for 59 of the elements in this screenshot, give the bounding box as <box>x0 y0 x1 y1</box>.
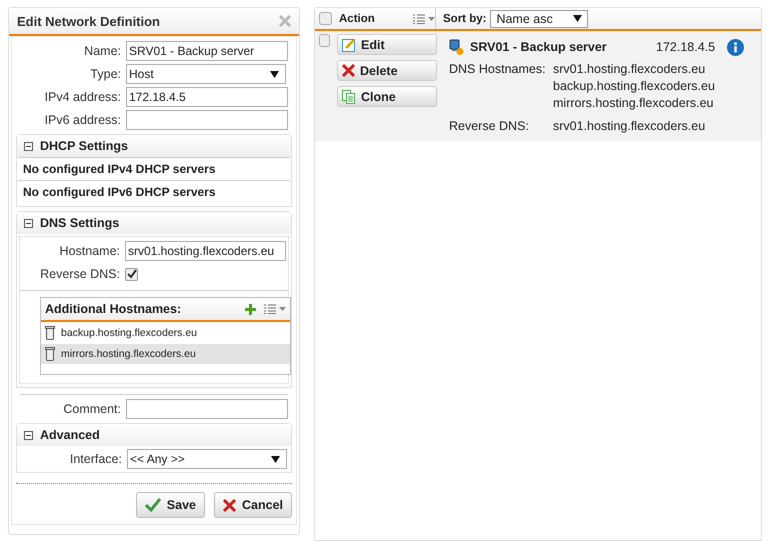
hostname-value: backup.hosting.flexcoders.eu <box>553 78 716 95</box>
x-icon <box>342 64 355 77</box>
type-dropdown[interactable]: Host <box>126 64 286 84</box>
sort-label: Sort by: <box>443 12 486 24</box>
select-all-checkbox[interactable] <box>319 12 332 25</box>
dialog-title: Edit Network Definition <box>17 14 160 28</box>
object-name: SRV01 - Backup server <box>470 40 608 54</box>
collapse-icon[interactable] <box>24 430 33 440</box>
checkmark-icon <box>144 498 161 512</box>
field-label: Comment: <box>62 402 121 416</box>
interface-dropdown[interactable]: << Any >> <box>127 449 287 469</box>
caret-icon <box>573 15 582 22</box>
collapse-icon[interactable] <box>24 142 33 150</box>
hostname-value: srv01.hosting.flexcoders.eu <box>553 118 706 135</box>
section-title[interactable]: Advanced <box>40 428 100 442</box>
clone-button[interactable]: Clone <box>337 86 437 107</box>
field-label: IPv4 address: <box>44 90 121 104</box>
trash-icon[interactable] <box>45 326 55 340</box>
computer-icon <box>449 39 464 55</box>
column-header: Action <box>339 12 376 24</box>
add-icon[interactable] <box>245 304 256 314</box>
collapse-icon[interactable] <box>24 218 33 228</box>
list-menu-icon[interactable] <box>264 304 286 314</box>
x-icon <box>223 498 236 512</box>
field-label: Name: <box>83 44 121 58</box>
dhcp-status: No configured IPv6 DHCP servers <box>18 180 290 203</box>
edit-button[interactable]: Edit <box>337 34 437 55</box>
detail-label: DNS Hostnames: <box>449 61 547 78</box>
reverse-dns-checkbox[interactable] <box>125 268 138 280</box>
cancel-button[interactable]: Cancel <box>214 492 292 518</box>
delete-button[interactable]: Delete <box>337 60 437 81</box>
comment-field[interactable] <box>126 399 288 419</box>
copy-icon <box>342 90 356 104</box>
text-field[interactable]: SRV01 - Backup server <box>126 41 288 61</box>
info-icon[interactable] <box>727 38 744 56</box>
detail-label: Reverse DNS: <box>449 118 530 135</box>
field-label: Type: <box>89 67 121 81</box>
field-label: Reverse DNS: <box>39 267 120 281</box>
hostname-value: mirrors.hosting.flexcoders.eu <box>553 95 714 112</box>
field-label: Hostname: <box>58 244 120 258</box>
hostname-value: srv01.hosting.flexcoders.eu <box>553 61 706 78</box>
section-title[interactable]: DNS Settings <box>40 216 120 230</box>
field-label: Interface: <box>68 452 122 466</box>
field-label: IPv6 address: <box>44 113 121 127</box>
edit-icon <box>342 38 356 52</box>
text-field[interactable] <box>126 110 288 130</box>
row-checkbox[interactable] <box>319 34 330 47</box>
dhcp-status: No configured IPv4 DHCP servers <box>18 157 290 180</box>
hostname-field[interactable]: srv01.hosting.flexcoders.eu <box>125 241 286 261</box>
hostnames-title: Additional Hostnames: <box>45 302 182 316</box>
sort-dropdown[interactable]: Name asc <box>490 10 588 28</box>
text-field[interactable]: 172.18.4.5 <box>126 87 288 107</box>
caret-icon <box>270 70 279 78</box>
save-button[interactable]: Save <box>136 492 205 518</box>
ip-address: 172.18.4.5 <box>656 40 716 54</box>
caret-icon <box>271 456 280 462</box>
hostname-item[interactable]: mirrors.hosting.flexcoders.eu <box>41 343 290 364</box>
list-menu-icon[interactable] <box>413 14 435 24</box>
trash-icon[interactable] <box>45 347 55 361</box>
